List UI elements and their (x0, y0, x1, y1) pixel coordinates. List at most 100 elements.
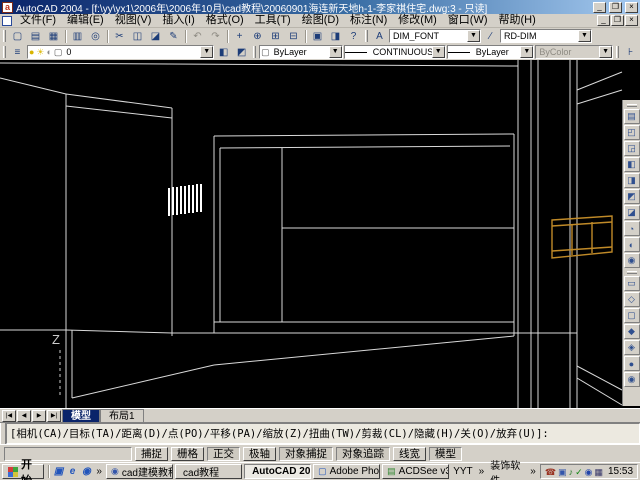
tab-last-button[interactable]: ▶| (47, 410, 61, 422)
menu-format[interactable]: 格式(O) (201, 14, 249, 27)
tray-volume-icon[interactable]: ♪ (569, 465, 574, 479)
free-orbit-button[interactable]: ◐ (623, 237, 640, 252)
dim-style-combo[interactable]: RD-DIM ▼ (500, 29, 592, 43)
taskbar-window-photoshop[interactable]: ▢ Adobe Photo... (313, 464, 381, 479)
gouraud-edges-button[interactable]: ◉ (623, 372, 640, 387)
layer-manager-button[interactable]: ≡ (9, 44, 26, 60)
save-button[interactable]: ▦ (45, 28, 62, 44)
menu-modify[interactable]: 修改(M) (393, 14, 442, 27)
left-view-button[interactable]: ◧ (623, 157, 640, 172)
sw-isometric-button[interactable]: ◩ (623, 189, 640, 204)
internet-explorer-icon[interactable]: e (67, 465, 79, 479)
tab-next-button[interactable]: ▶ (32, 410, 46, 422)
title-bar[interactable]: a AutoCAD 2004 - [f:\yy\yx1\2006年\2006年1… (0, 0, 640, 15)
menu-view[interactable]: 视图(V) (110, 14, 157, 27)
toolbar-grip[interactable] (3, 30, 6, 42)
zoom-realtime-button[interactable]: ⊕ (249, 28, 266, 44)
menu-window[interactable]: 窗口(W) (443, 14, 493, 27)
toolbar-grip[interactable] (626, 271, 637, 274)
tray-phone-icon[interactable]: ☎ (545, 465, 556, 479)
flat-edges-button[interactable]: ◈ (623, 340, 640, 355)
chevron-down-icon[interactable]: ▼ (200, 46, 214, 58)
restore-button[interactable]: ❐ (609, 1, 622, 13)
layer-previous-button[interactable]: ◩ (233, 44, 251, 60)
menu-insert[interactable]: 插入(I) (157, 14, 199, 27)
drawing-viewport[interactable]: Z ▤ ◰ ◲ ◧ ◨ ◩ ◪ ◔ ◐ ◉ ▭ ◇ ▢ ◆ ◈ ● ◉ (0, 60, 640, 408)
mdi-close-button[interactable]: × (625, 15, 638, 26)
chevron-icon[interactable]: » (94, 466, 104, 477)
taskbar-window-cad-tutorial[interactable]: cad教程 (175, 464, 243, 479)
toolbar-grip[interactable] (253, 46, 257, 58)
pan-button[interactable]: + (231, 28, 248, 44)
toolbar-grip[interactable] (616, 46, 620, 58)
louver-window-wireframe[interactable] (168, 184, 202, 216)
chevron-icon[interactable]: » (477, 466, 487, 477)
chevron-down-icon[interactable]: ▼ (328, 46, 342, 58)
menu-dimension[interactable]: 标注(N) (345, 14, 392, 27)
zoom-window-button[interactable]: ⊞ (267, 28, 284, 44)
chevron-down-icon[interactable]: ▼ (578, 30, 591, 42)
toggle-osnap[interactable]: 对象捕捉 (279, 446, 333, 461)
toggle-lineweight[interactable]: 线宽 (393, 446, 426, 461)
new-button[interactable]: ▢ (9, 28, 26, 44)
toggle-grid[interactable]: 栅格 (171, 446, 204, 461)
copy-button[interactable]: ◫ (129, 28, 146, 44)
tray-ime-icon[interactable]: ▦ (594, 465, 603, 479)
plot-button[interactable]: ▥ (69, 28, 86, 44)
redo-button[interactable]: ↷ (207, 28, 224, 44)
3d-orbit-button[interactable]: ◔ (623, 221, 640, 236)
docked-toolbar-partial-button[interactable]: ⊦ (622, 44, 640, 60)
right-view-button[interactable]: ◨ (623, 173, 640, 188)
tray-antivirus-icon[interactable]: ✓ (575, 465, 583, 479)
toggle-snap[interactable]: 捕捉 (135, 446, 168, 461)
properties-button[interactable]: ▣ (309, 28, 326, 44)
wireframe-canvas[interactable]: Z (0, 60, 640, 408)
lineweight-combo[interactable]: ByLayer ▼ (446, 45, 535, 59)
zoom-previous-button[interactable]: ⊟ (285, 28, 302, 44)
hidden-shade-button[interactable]: ▢ (623, 308, 640, 323)
menu-help[interactable]: 帮助(H) (494, 14, 541, 27)
minimize-button[interactable]: _ (593, 1, 606, 13)
tab-layout1[interactable]: 布局1 (100, 409, 144, 422)
text-style-button[interactable]: A (371, 28, 388, 44)
toggle-otrack[interactable]: 对象追踪 (336, 446, 390, 461)
find-button[interactable]: ◎ (87, 28, 104, 44)
show-desktop-icon[interactable]: ▣ (53, 465, 65, 479)
menu-draw[interactable]: 绘图(D) (297, 14, 344, 27)
gouraud-shaded-button[interactable]: ● (623, 356, 640, 371)
command-line-window[interactable]: [相机(CA)/目标(TA)/距离(D)/点(PO)/平移(PA)/缩放(Z)/… (0, 422, 640, 444)
continuous-orbit-button[interactable]: ◉ (623, 253, 640, 268)
3d-wireframe-button[interactable]: ◇ (623, 292, 640, 307)
toolbar-grip[interactable] (365, 30, 368, 42)
tab-first-button[interactable]: |◀ (2, 410, 16, 422)
taskbar-toolbar-yyt[interactable]: YYT (451, 466, 474, 477)
cut-button[interactable]: ✂ (111, 28, 128, 44)
color-combo[interactable]: ▢ ByLayer ▼ (259, 45, 343, 59)
taskbar-window-acdsee[interactable]: ▤ ACDSee v3.1... (382, 464, 450, 479)
se-isometric-button[interactable]: ◪ (623, 205, 640, 220)
dim-style-button[interactable]: ∕ (482, 28, 499, 44)
toggle-polar[interactable]: 极轴 (243, 446, 276, 461)
tray-shield-icon[interactable]: ◉ (585, 465, 593, 479)
front-view-button[interactable]: ◲ (623, 141, 640, 156)
toolbar-grip[interactable] (626, 104, 637, 107)
menu-tools[interactable]: 工具(T) (250, 14, 296, 27)
tab-model[interactable]: 模型 (62, 409, 100, 422)
start-button[interactable]: 开始 (2, 459, 44, 480)
layer-combo[interactable]: ● ☀ ◐ ▢ 0 ▼ (26, 45, 215, 59)
toggle-ortho[interactable]: 正交 (207, 446, 240, 461)
chevron-down-icon[interactable]: ▼ (520, 46, 534, 58)
chevron-icon[interactable]: » (528, 466, 538, 477)
mdi-restore-button[interactable]: ❐ (611, 15, 624, 26)
undo-button[interactable]: ↶ (189, 28, 206, 44)
top-view-button[interactable]: ◰ (623, 125, 640, 140)
menu-file[interactable]: 文件(F) (15, 14, 61, 27)
chevron-down-icon[interactable]: ▼ (431, 46, 445, 58)
named-views-button[interactable]: ▤ (623, 109, 640, 124)
linetype-combo[interactable]: CONTINUOUS ▼ (343, 45, 446, 59)
taskbar-toolbar-decor[interactable]: 装饰软件 (488, 457, 526, 480)
command-prompt-area[interactable]: [相机(CA)/目标(TA)/距离(D)/点(PO)/平移(PA)/缩放(Z)/… (6, 423, 640, 444)
taskbar-window-autocad[interactable]: AutoCAD 200... (244, 464, 312, 479)
open-button[interactable]: ▤ (27, 28, 44, 44)
designcenter-button[interactable]: ◨ (327, 28, 344, 44)
